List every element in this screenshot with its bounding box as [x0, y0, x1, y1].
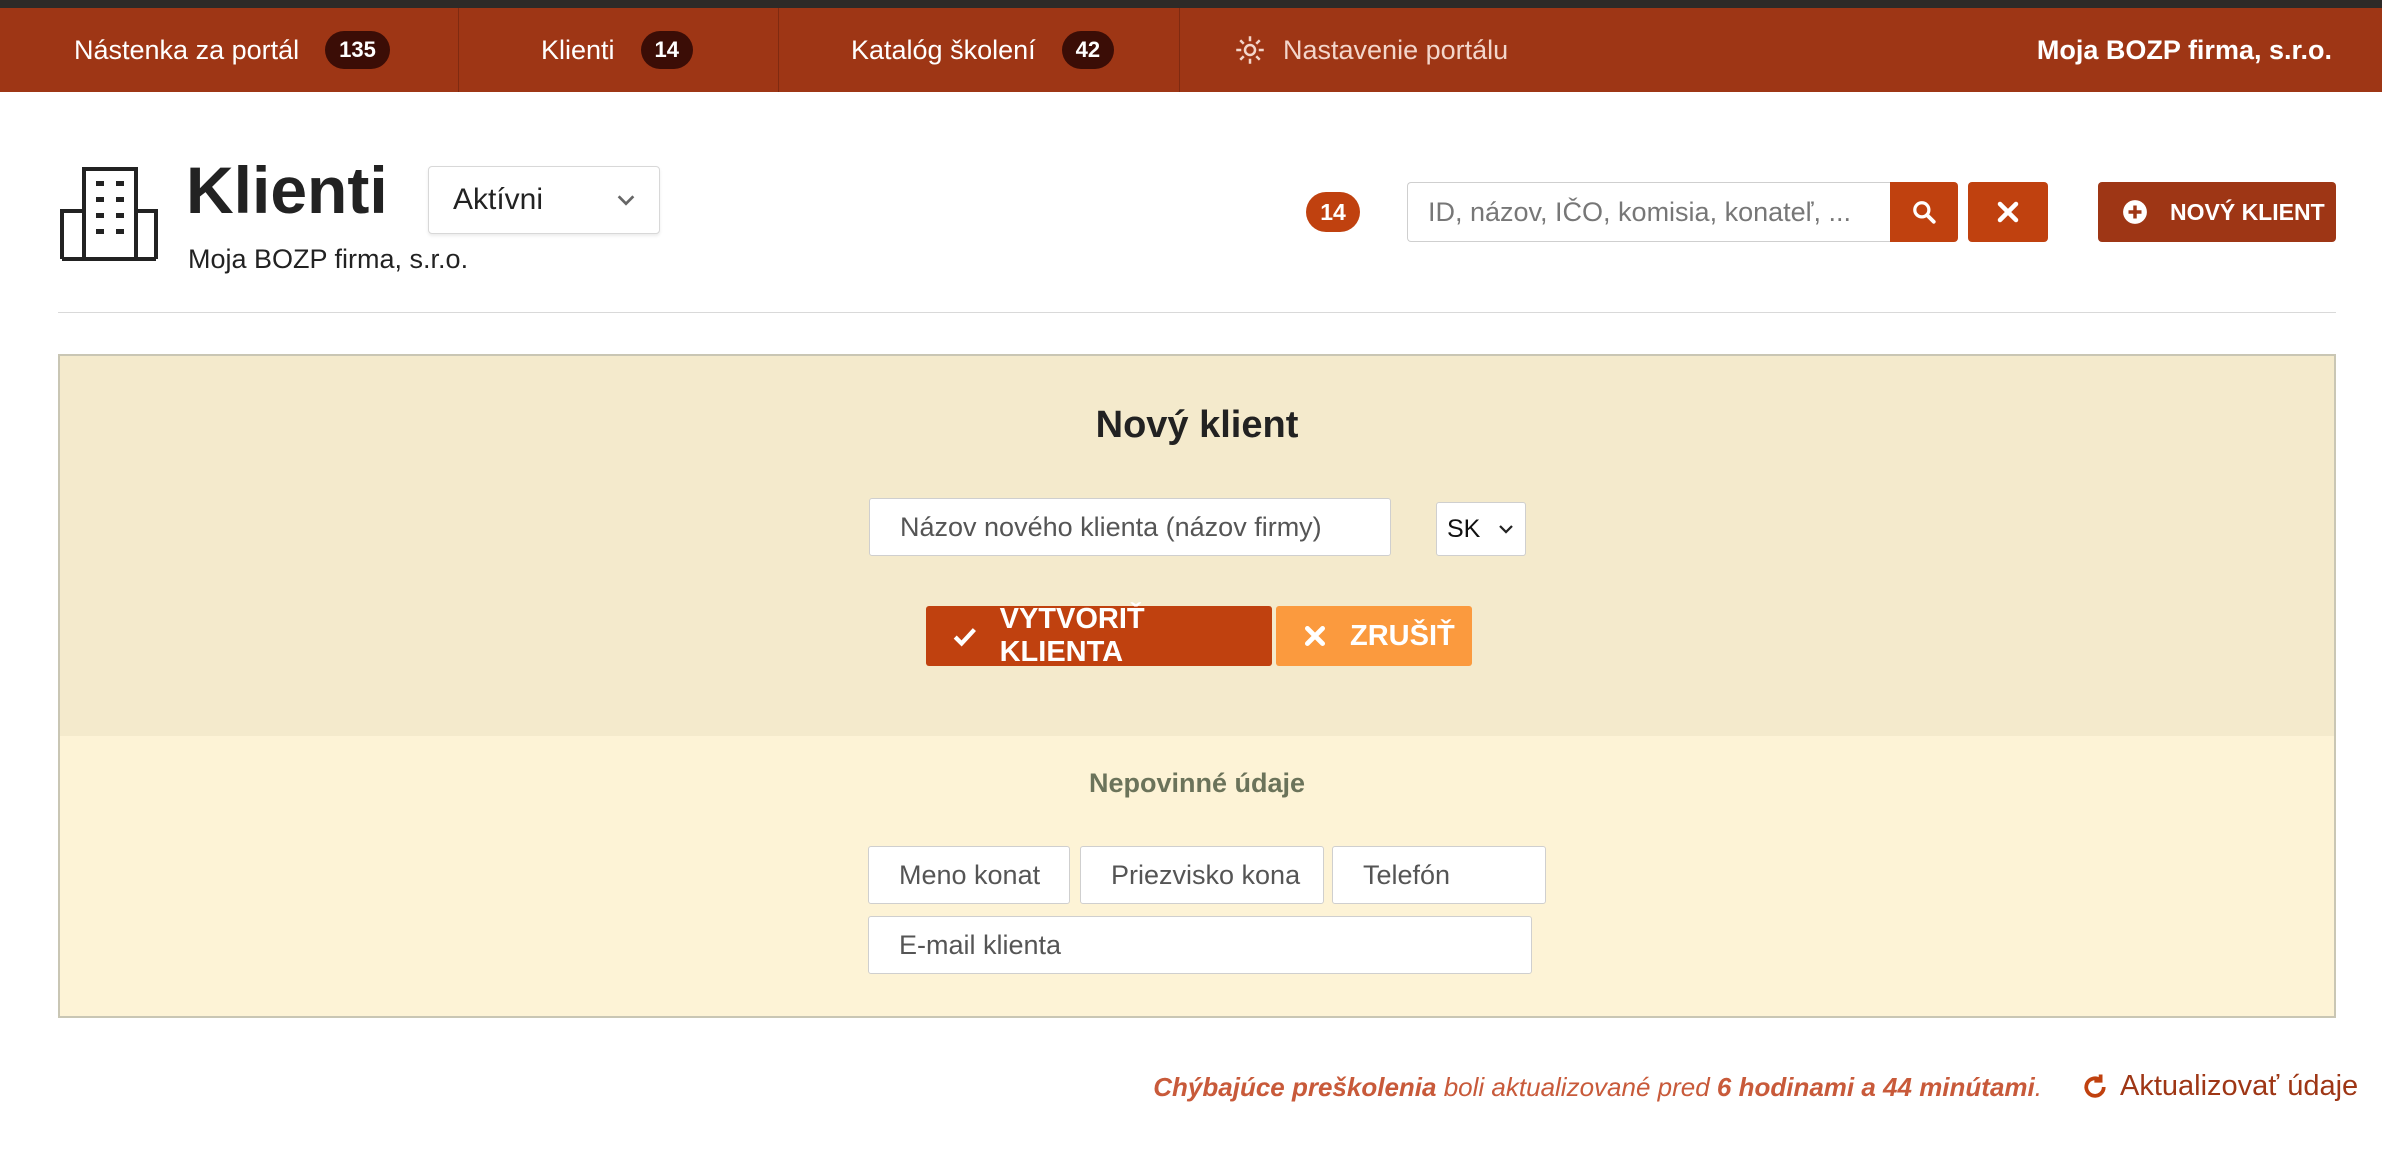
email-input[interactable] [868, 916, 1532, 974]
company-brand[interactable]: Moja BOZP firma, s.r.o. [2037, 8, 2332, 92]
page-title: Klienti [186, 153, 388, 227]
updated-text: boli aktualizované pred [1436, 1072, 1717, 1102]
nav-item-clients[interactable]: Klienti 14 [459, 8, 779, 92]
nav-item-label: Nastavenie portálu [1283, 34, 1509, 65]
missing-trainings-label: Chýbajúce preškolenia [1153, 1072, 1437, 1102]
close-icon [1997, 201, 2019, 223]
phone-input[interactable] [1332, 846, 1546, 904]
last-name-input[interactable] [1080, 846, 1324, 904]
refresh-data-link[interactable]: Aktualizovať údaje [2080, 1070, 2358, 1103]
chevron-down-icon [1499, 525, 1513, 534]
building-icon [60, 167, 158, 261]
period: . [2034, 1072, 2042, 1102]
nav-item-label: Katalóg školení [851, 34, 1036, 65]
country-value: SK [1447, 514, 1481, 543]
first-name-input[interactable] [868, 846, 1070, 904]
new-client-button[interactable]: NOVÝ KLIENT [2098, 182, 2336, 242]
country-select[interactable]: SK [1436, 502, 1526, 556]
new-client-label: NOVÝ KLIENT [2170, 198, 2325, 225]
chevron-down-icon [617, 195, 635, 206]
nav-item-label: Klienti [541, 34, 615, 65]
form-title: Nový klient [1095, 404, 1299, 446]
status-filter-value: Aktívni [453, 183, 544, 216]
nav-count-badge: 42 [1061, 31, 1115, 69]
refresh-label: Aktualizovať údaje [2120, 1070, 2359, 1102]
cancel-button[interactable]: ZRUŠIŤ [1276, 606, 1472, 666]
create-client-label: VYTVORIŤ KLIENTA [999, 603, 1145, 668]
nav-item-catalog[interactable]: Katalóg školení 42 [779, 8, 1180, 92]
nav-count-badge: 14 [640, 31, 694, 69]
time-ago: 6 hodinami a 44 minútami [1716, 1072, 2035, 1102]
page-subtitle: Moja BOZP firma, s.r.o. [188, 244, 469, 274]
top-navigation: Nástenka za portál 135 Klienti 14 Kataló… [0, 8, 2382, 92]
nav-item-settings[interactable]: Nastavenie portálu [1180, 8, 1508, 92]
header-divider [58, 312, 2336, 313]
client-count-badge: 14 [1306, 192, 1360, 232]
search-button[interactable] [1890, 182, 1958, 242]
nav-count-badge: 135 [325, 31, 390, 69]
top-strip [0, 0, 2382, 8]
gear-icon [1236, 36, 1264, 64]
status-filter-select[interactable]: Aktívni [428, 166, 660, 234]
search-input[interactable] [1407, 182, 1891, 242]
refresh-icon [2084, 1074, 2106, 1098]
nav-item-dashboard[interactable]: Nástenka za portál 135 [0, 8, 459, 92]
cancel-label: ZRUŠIŤ [1350, 619, 1455, 652]
new-client-panel: Nový klient SK VYTVORIŤ KLIENTA ZRUŠIŤ N… [58, 354, 2336, 1018]
clear-search-button[interactable] [1968, 182, 2048, 242]
create-client-button[interactable]: VYTVORIŤ KLIENTA [926, 603, 1272, 668]
search-icon [1913, 201, 1936, 224]
nav-item-label: Nástenka za portál [74, 34, 300, 65]
client-name-input[interactable] [869, 498, 1391, 556]
plus-circle-icon [2123, 200, 2147, 224]
close-icon [1304, 625, 1326, 647]
optional-section-title: Nepovinné údaje [1088, 768, 1306, 798]
check-icon [953, 628, 976, 647]
update-status: Chýbajúce preškolenia boli aktualizované… [1153, 1072, 2042, 1103]
